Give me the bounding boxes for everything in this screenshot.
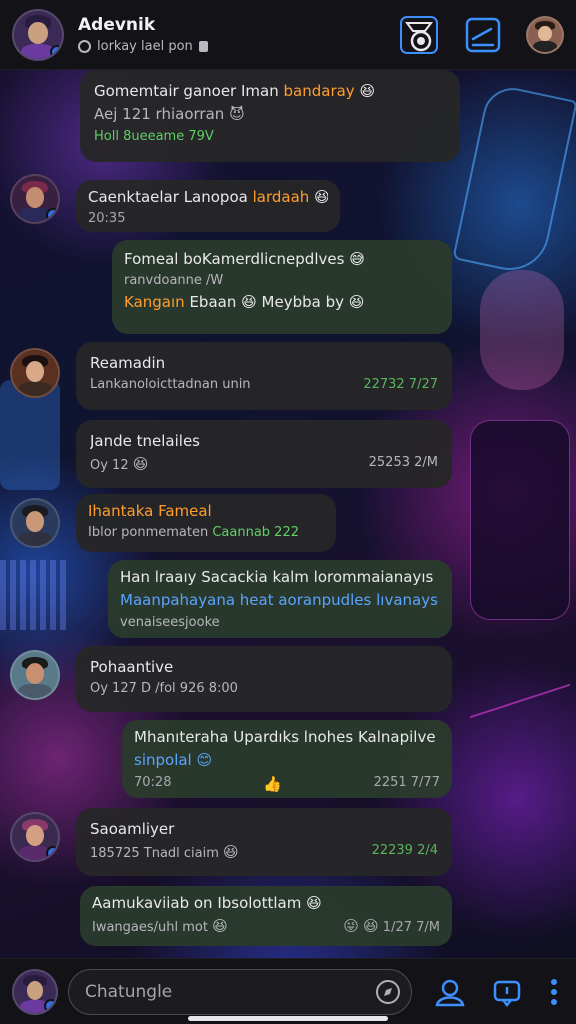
online-badge-icon — [46, 846, 58, 860]
online-badge-icon — [44, 998, 56, 1013]
message-text: Mhanıteraha Upardıks lnohes Kalnapilve — [134, 728, 436, 746]
mention-text: bandaray — [283, 82, 355, 100]
message-text: Lanopoa — [183, 188, 248, 206]
message-input-wrapper — [68, 968, 412, 1015]
wink-emoji-icon: 😜 — [343, 917, 359, 936]
compose-icon — [465, 17, 501, 52]
message-link[interactable]: sinpolal — [134, 751, 192, 769]
laughing-emoji-icon: 😆 — [359, 82, 376, 100]
grin-emoji-icon: 😅 — [349, 250, 365, 268]
laughing-emoji-icon: 😆 — [223, 843, 239, 862]
camera-button[interactable] — [396, 12, 442, 58]
devil-emoji-icon: 😈 — [229, 105, 245, 124]
camera-icon — [400, 15, 438, 54]
message-time: 1/27 7/M — [382, 920, 440, 936]
laughing-emoji-icon: 😆 — [363, 917, 379, 936]
sender-name: Jande tnelailes — [90, 432, 200, 450]
message-text: Lankanoloicttadnan unin — [90, 377, 251, 393]
mention-text: Caannab 222 — [212, 525, 299, 541]
sender-avatar[interactable] — [10, 498, 60, 548]
message-time: 22239 2/4 — [371, 843, 438, 859]
message-text: Han lraaıy Sacackia kalm lorommaianayıs — [120, 568, 434, 586]
user-icon — [434, 979, 465, 1006]
message-bubble[interactable]: Ihantaka Fameal Iblor ponmematen Caannab… — [76, 494, 336, 552]
message-bubble[interactable]: Saoamliyer 185725 Tnadl ciaim 😆 22239 2/4 — [76, 808, 452, 876]
laughing-emoji-icon: 😆 — [241, 293, 257, 312]
composer-bar — [0, 958, 576, 1024]
chat-title[interactable]: Adevnik — [78, 15, 378, 35]
sender-name: Saoamliyer — [90, 820, 175, 838]
laughing-emoji-icon: 😆 — [306, 894, 322, 912]
message-status: Holl 8ueeame 79V — [94, 128, 214, 144]
message-time: 20:35 — [88, 211, 126, 227]
laughing-emoji-icon: 😆 — [212, 917, 228, 936]
mention-text: lardaah — [252, 188, 310, 206]
message-bubble[interactable]: Pohaantive Oy 127 D /fol 926 8:00 — [76, 646, 452, 712]
message-subtext: ranvdoanne /W — [124, 273, 224, 289]
message-link[interactable]: Maanpahayana heat aoranpudles lıvanays — [120, 589, 440, 612]
sender-avatar[interactable] — [10, 348, 60, 398]
sender-name: Pohaantive — [90, 658, 174, 676]
message-bubble[interactable]: Aamukaviiab on Ibsolottlam 😆 Iwangaes/uh… — [80, 886, 452, 946]
message-text: Iblor ponmematen — [88, 525, 209, 541]
contact-button[interactable] — [430, 972, 469, 1012]
message-subtext: venaiseesjooke — [120, 614, 220, 630]
compass-icon[interactable] — [375, 979, 401, 1005]
message-bubble[interactable]: Han lraaıy Sacackia kalm lorommaianayıs … — [108, 560, 452, 638]
mention-text: Kangaın — [124, 293, 185, 312]
message-input[interactable] — [85, 981, 375, 1002]
sender-name: Caenktaelar — [88, 188, 179, 206]
message-time: Oy 127 D /fol 926 8:00 — [90, 681, 238, 697]
chat-button[interactable] — [487, 972, 526, 1012]
message-text: Oy 12 — [90, 458, 129, 474]
sender-avatar[interactable] — [10, 650, 60, 700]
message-list[interactable]: Gomemtair ganoer Iman bandaray 😆 Aej 121… — [0, 70, 576, 950]
profile-avatar[interactable] — [526, 15, 564, 54]
message-subtext: Iwangaes/uhl mot — [92, 920, 208, 936]
online-badge-icon — [50, 44, 62, 59]
message-bubble[interactable]: Jande tnelailes Oy 12 😆 25253 2/M — [76, 420, 452, 488]
message-text: Meybba by — [261, 293, 344, 312]
message-bubble[interactable]: Fomeal boKamerdlicnepdlves 😅 ranvdoanne … — [112, 240, 452, 334]
message-bubble[interactable]: Gomemtair ganoer Iman bandaray 😆 Aej 121… — [80, 70, 460, 162]
message-text: Fomeal boKamerdlicnepdlves — [124, 250, 345, 268]
laughing-emoji-icon: 😆 — [348, 293, 365, 312]
sender-name: Ihantaka Fameal — [88, 502, 212, 520]
message-text: Gomemtair ganoer Iman — [94, 82, 279, 100]
message-text: Ebaan — [189, 293, 237, 312]
chat-icon — [493, 980, 520, 1007]
sender-name: Reamadin — [90, 354, 166, 372]
compose-button[interactable] — [460, 12, 506, 58]
more-button[interactable] — [544, 972, 564, 1012]
smile-emoji-icon: 😊 — [196, 751, 213, 770]
group-avatar[interactable] — [12, 8, 64, 61]
more-icon — [551, 978, 558, 1005]
message-text: Aamukaviiab on Ibsolottlam — [92, 894, 302, 912]
online-badge-icon — [46, 208, 58, 222]
subtitle-text: lorkay lael pon — [97, 39, 193, 54]
sender-avatar[interactable] — [10, 174, 60, 224]
sender-avatar[interactable] — [10, 812, 60, 862]
message-bubble[interactable]: Reamadin Lankanoloicttadnan unin 22732 7/… — [76, 342, 452, 410]
message-subtext: Aej 121 rhiaorran — [94, 105, 225, 124]
message-time: 22732 7/27 — [363, 377, 438, 393]
message-subtext: 70:28 — [134, 774, 172, 790]
lock-icon — [198, 41, 208, 52]
chat-subtitle: lorkay lael pon — [78, 39, 378, 54]
chat-header: Adevnik lorkay lael pon — [0, 0, 576, 70]
message-time: 2251 7/77 — [373, 774, 440, 790]
laughing-emoji-icon: 😆 — [132, 455, 149, 474]
my-avatar[interactable] — [12, 968, 58, 1015]
message-time: 25253 2/M — [368, 455, 438, 471]
laughing-emoji-icon: 😆 — [314, 188, 328, 206]
verified-icon — [78, 40, 91, 53]
home-indicator[interactable] — [188, 1016, 388, 1021]
message-bubble[interactable]: Mhanıteraha Upardıks lnohes Kalnapilve s… — [122, 720, 452, 798]
message-text: 185725 Tnadl ciaim — [90, 846, 219, 862]
message-bubble[interactable]: Caenktaelar Lanopoa lardaah 😆 20:35 — [76, 180, 340, 232]
thumbs-up-emoji-icon: 👍 — [263, 774, 282, 793]
